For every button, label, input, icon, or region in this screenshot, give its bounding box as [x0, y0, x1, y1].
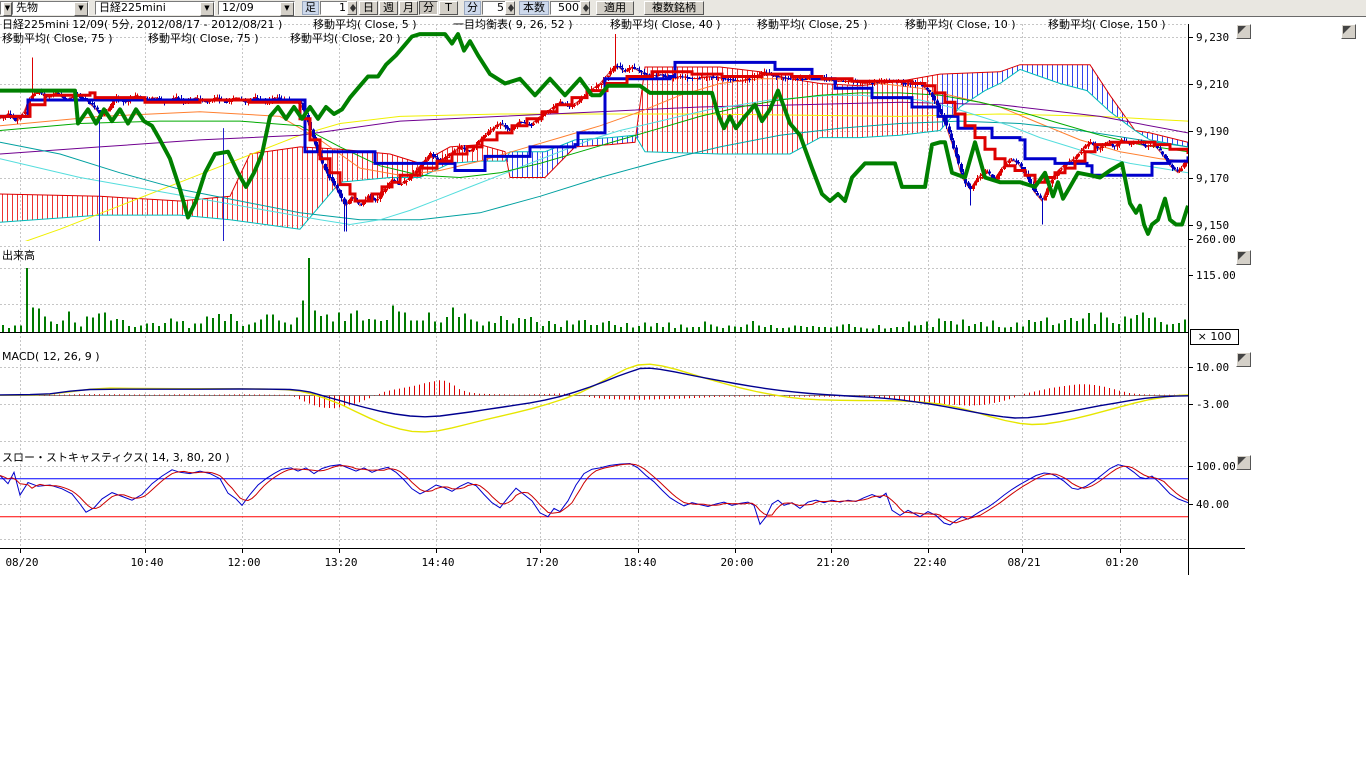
svg-text:10.00: 10.00 [1196, 361, 1229, 374]
panel-scroll-button[interactable] [1236, 250, 1251, 265]
chevron-down-icon[interactable]: ▼ [74, 2, 88, 16]
chevron-down-icon[interactable]: ▼ [3, 2, 12, 16]
interval-day-button[interactable]: 日 [359, 1, 378, 15]
volume-multiplier-badge: × 100 [1190, 329, 1239, 345]
panel-scroll-button[interactable] [1236, 352, 1251, 367]
macd-panel-label: MACD( 12, 26, 9 ) [2, 350, 100, 363]
svg-text:9,190: 9,190 [1196, 125, 1229, 138]
legend-item: 移動平均( Close, 75 ) [148, 30, 259, 46]
toolbar: ▼ 先物 ▼ 日経225mini ▼ 12/09 ▼ 足 1 日 週 月 分 T… [0, 0, 1366, 17]
legend-item: 移動平均( Close, 75 ) [2, 30, 113, 46]
interval-tick-button[interactable]: T [439, 1, 458, 15]
svg-text:14:40: 14:40 [421, 556, 454, 569]
svg-text:9,170: 9,170 [1196, 172, 1229, 185]
volume-panel-label: 出来高 [2, 247, 35, 263]
category-select[interactable]: 先物 ▼ [12, 1, 89, 15]
panel-scroll-button[interactable] [1341, 24, 1356, 39]
svg-text:10:40: 10:40 [130, 556, 163, 569]
interval-week-button[interactable]: 週 [379, 1, 398, 15]
svg-text:-3.00: -3.00 [1196, 398, 1229, 411]
apply-button[interactable]: 適用 [596, 1, 634, 15]
contract-select[interactable]: 12/09 ▼ [218, 1, 295, 15]
panel-scroll-button[interactable] [1236, 455, 1251, 470]
symbol-value: 日経225mini [99, 1, 166, 14]
interval-month-button[interactable]: 月 [399, 1, 418, 15]
multi-symbol-button[interactable]: 複数銘柄 [644, 1, 704, 15]
panel-scroll-button[interactable] [1236, 24, 1251, 39]
symbol-select[interactable]: 日経225mini ▼ [95, 1, 215, 15]
svg-text:13:20: 13:20 [324, 556, 357, 569]
svg-text:9,210: 9,210 [1196, 78, 1229, 91]
count-label: 本数 [519, 1, 549, 15]
chart-canvas[interactable]: 9,2309,2109,1909,1709,150260.00115.0010.… [0, 0, 1366, 768]
svg-text:260.00: 260.00 [1196, 233, 1236, 246]
bar-count-spinner[interactable] [347, 1, 357, 15]
svg-text:18:40: 18:40 [623, 556, 656, 569]
count-spinner[interactable] [580, 1, 590, 15]
minute-value-field[interactable]: 5 [482, 1, 507, 15]
svg-text:22:40: 22:40 [913, 556, 946, 569]
count-value-field[interactable]: 500 [550, 1, 582, 15]
svg-text:9,150: 9,150 [1196, 219, 1229, 232]
minute-spinner[interactable] [505, 1, 515, 15]
chevron-down-icon[interactable]: ▼ [200, 2, 214, 16]
legend-row-1: 日経225mini 12/09( 5分, 2012/08/17 - 2012/0… [0, 16, 1240, 30]
svg-text:115.00: 115.00 [1196, 269, 1236, 282]
contract-value: 12/09 [222, 1, 254, 14]
legend-row-2: 移動平均( Close, 75 ) 移動平均( Close, 75 ) 移動平均( … [0, 30, 1240, 44]
minute-label: 分 [464, 1, 481, 15]
svg-text:21:20: 21:20 [816, 556, 849, 569]
svg-text:40.00: 40.00 [1196, 498, 1229, 511]
interval-minute-button[interactable]: 分 [419, 1, 438, 15]
svg-text:17:20: 17:20 [525, 556, 558, 569]
svg-text:100.00: 100.00 [1196, 460, 1236, 473]
legend-item: 移動平均( Close, 20 ) [290, 30, 401, 46]
svg-text:08/21: 08/21 [1007, 556, 1040, 569]
svg-text:08/20: 08/20 [5, 556, 38, 569]
chart-application-window: 9,2309,2109,1909,1709,150260.00115.0010.… [0, 0, 1366, 768]
bar-count-field[interactable]: 1 [320, 1, 349, 15]
stoch-panel-label: スロー・ストキャスティクス( 14, 3, 80, 20 ) [2, 449, 230, 465]
chevron-down-icon[interactable]: ▼ [280, 2, 294, 16]
svg-text:12:00: 12:00 [227, 556, 260, 569]
bar-type-label: 足 [302, 1, 319, 15]
category-value: 先物 [16, 1, 38, 14]
svg-text:20:00: 20:00 [720, 556, 753, 569]
svg-text:01:20: 01:20 [1105, 556, 1138, 569]
